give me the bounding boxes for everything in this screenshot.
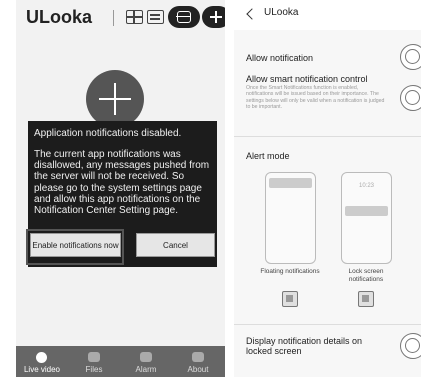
smart-notification-toggle[interactable] [400,85,421,111]
settings-header: ULooka [234,0,421,30]
nav-label: About [187,365,209,374]
settings-title: ULooka [264,7,299,18]
folder-icon [88,352,100,362]
lockscreen-preview[interactable]: 10:23 [341,172,392,264]
header-divider [113,10,114,26]
play-icon [36,352,47,363]
scan-button[interactable] [168,6,200,28]
allow-notification-toggle[interactable] [400,44,421,70]
message-icon [140,352,152,362]
floating-preview[interactable] [265,172,316,264]
divider [234,136,421,137]
highlight-box [26,229,124,265]
puzzle-icon [192,352,204,362]
preview-time: 10:23 [358,183,374,189]
nav-label: Live video [23,365,61,374]
notification-settings-screen: ULooka Allow notification Allow smart no… [234,0,421,377]
app-header: ULooka [16,0,225,34]
floating-notifications-label: Floating notifications [260,268,320,275]
cancel-button[interactable]: Cancel [136,233,215,257]
scan-icon [176,11,191,23]
grid-view-icon[interactable] [126,10,143,24]
nav-live-video[interactable]: Live video [16,346,68,377]
lockscreen-checkbox[interactable] [358,291,374,307]
nav-alarm[interactable]: Alarm [120,346,172,377]
add-camera-button[interactable] [86,70,144,128]
display-details-toggle[interactable] [400,333,421,359]
floating-checkbox[interactable] [282,291,298,307]
nav-label: Alarm [135,365,157,374]
smart-notification-description: Once the Smart Notifications function is… [246,85,385,111]
allow-notification-label: Allow notification [246,53,314,63]
dialog-message: The current app notifications was disall… [34,149,210,217]
divider [234,324,421,325]
main-screen: ULooka Application notifications disable… [16,0,225,377]
nav-about[interactable]: About [172,346,224,377]
app-title: ULooka [26,7,93,27]
nav-label: Files [85,365,103,374]
nav-files[interactable]: Files [68,346,120,377]
preview-banner [269,178,312,188]
add-device-button[interactable] [202,6,225,28]
smart-notification-label: Allow smart notification control [246,74,368,84]
bottom-nav: Live video Files Alarm About [16,346,225,377]
display-details-label: Display notification details on locked s… [246,336,363,356]
preview-banner [345,206,388,216]
message-icon[interactable] [147,10,164,24]
lockscreen-notifications-label: Lock screen notifications [348,268,384,283]
alert-mode-label: Alert mode [246,151,290,161]
back-arrow-icon[interactable] [246,8,258,20]
dialog-title: Application notifications disabled. [34,128,182,139]
